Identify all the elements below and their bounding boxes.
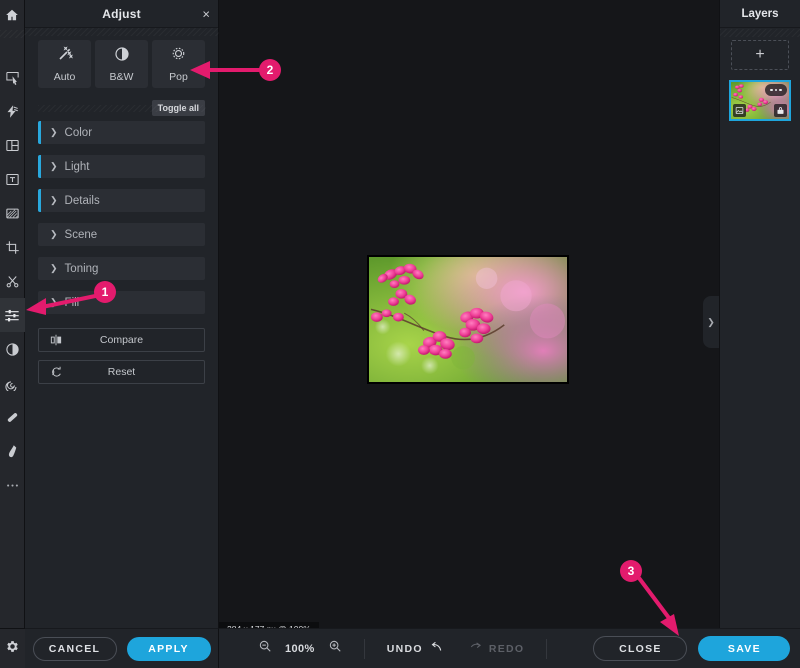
tool-rail [0, 0, 25, 668]
flower-photo [369, 257, 567, 382]
pop-preset-label: Pop [169, 71, 188, 83]
cancel-button[interactable]: CANCEL [32, 636, 117, 661]
text-icon[interactable] [0, 162, 25, 196]
undo-label: UNDO [386, 642, 423, 655]
brush-icon[interactable] [0, 434, 25, 468]
chevron-right-icon: ❯ [50, 161, 58, 171]
section-label: Toning [64, 262, 99, 275]
apply-button[interactable]: APPLY [126, 636, 211, 661]
zoom-controls: 100% [219, 639, 342, 658]
swirl-icon[interactable] [0, 366, 25, 400]
layer-item[interactable] [729, 80, 791, 121]
zoom-in-icon[interactable] [328, 639, 342, 658]
home-icon[interactable] [0, 0, 25, 30]
section-active-bar [38, 155, 41, 178]
crop-icon[interactable] [0, 230, 25, 264]
settings-gear-button[interactable] [0, 628, 25, 668]
annotation-arrow-2 [190, 61, 264, 79]
section-scene[interactable]: ❯ Scene [38, 223, 205, 246]
toolbar-divider [546, 638, 548, 659]
chevron-right-icon: ❯ [50, 127, 58, 137]
rail-hatch-divider [0, 30, 25, 38]
section-label: Details [64, 194, 100, 207]
compare-label: Compare [99, 334, 144, 346]
layout-icon[interactable] [0, 128, 25, 162]
heal-bandage-icon[interactable] [0, 400, 25, 434]
section-active-bar [38, 223, 41, 246]
annotation-badge-2: 2 [259, 59, 281, 81]
chevron-right-icon: ❯ [50, 263, 58, 273]
section-toning[interactable]: ❯ Toning [38, 257, 205, 280]
quick-fix-icon[interactable] [0, 94, 25, 128]
save-button[interactable]: SAVE [698, 636, 791, 661]
add-layer-button[interactable]: + [731, 40, 789, 70]
canvas-image[interactable] [367, 255, 569, 384]
layers-collapse-handle[interactable]: ❯ [703, 296, 719, 348]
section-label: Light [64, 160, 90, 173]
adjust-panel: Adjust × Auto B&W Pop ❯ Color ❯ Light ❯ … [25, 0, 219, 668]
history-controls: UNDO REDO [387, 641, 525, 656]
annotation-badge-3: 3 [620, 560, 642, 582]
page-title: Adjust [102, 6, 141, 21]
pop-gear-icon [170, 45, 187, 67]
lock-icon[interactable] [774, 104, 787, 117]
section-color[interactable]: ❯ Color [38, 121, 205, 144]
chevron-right-icon: ❯ [50, 195, 58, 205]
undo-icon [429, 641, 443, 656]
compare-icon [49, 333, 63, 347]
zoom-out-icon[interactable] [258, 639, 272, 658]
annotation-badge-1: 1 [94, 281, 116, 303]
pattern-icon[interactable] [0, 196, 25, 230]
presets-hatch-divider [38, 105, 206, 112]
compare-button[interactable]: Compare [38, 328, 205, 352]
layers-panel-title: Layers [720, 0, 800, 28]
contrast-icon[interactable] [0, 332, 25, 366]
layers-hatch-divider [720, 29, 800, 37]
chevron-right-icon: ❯ [707, 316, 715, 327]
magic-wand-icon [57, 46, 73, 67]
more-icon[interactable] [0, 468, 25, 502]
auto-preset-label: Auto [53, 70, 76, 83]
redo-button: REDO [469, 641, 525, 656]
chevron-right-icon: ❯ [50, 229, 58, 239]
zoom-level-label: 100% [285, 642, 315, 655]
contrast-circle-icon [114, 46, 130, 67]
image-icon [733, 104, 746, 117]
redo-icon [469, 641, 483, 656]
section-active-bar [38, 257, 41, 280]
section-active-bar [38, 121, 41, 144]
adjust-panel-header: Adjust × [25, 0, 218, 28]
reset-icon [49, 365, 63, 379]
section-light[interactable]: ❯ Light [38, 155, 205, 178]
adjust-footer: CANCEL APPLY [25, 628, 219, 668]
canvas-area[interactable]: 284 x 177 px @ 100% [219, 0, 719, 668]
photo-editor-window: Adjust × Auto B&W Pop ❯ Color ❯ Light ❯ … [0, 0, 800, 668]
close-icon[interactable]: × [202, 7, 210, 20]
more-dots-icon[interactable] [765, 84, 787, 96]
bw-preset-label: B&W [109, 70, 134, 83]
layers-panel: Layers + [719, 0, 800, 628]
auto-preset-button[interactable]: Auto [38, 40, 91, 88]
toolbar-divider [363, 638, 365, 659]
annotation-arrow-3 [637, 576, 679, 636]
section-active-bar [38, 189, 41, 212]
reset-button[interactable]: Reset [38, 360, 205, 384]
redo-label: REDO [488, 642, 525, 655]
section-label: Color [64, 126, 93, 139]
select-icon[interactable] [0, 60, 25, 94]
section-details[interactable]: ❯ Details [38, 189, 205, 212]
bw-preset-button[interactable]: B&W [95, 40, 148, 88]
adjust-actions: Compare Reset [25, 325, 218, 384]
panel-hatch-divider [25, 28, 219, 36]
section-label: Scene [64, 228, 98, 241]
gear-icon [5, 639, 20, 659]
canvas-toolbar: 100% UNDO REDO CLOSE SAVE [219, 628, 800, 668]
reset-label: Reset [107, 366, 136, 378]
undo-button[interactable]: UNDO [387, 641, 443, 656]
